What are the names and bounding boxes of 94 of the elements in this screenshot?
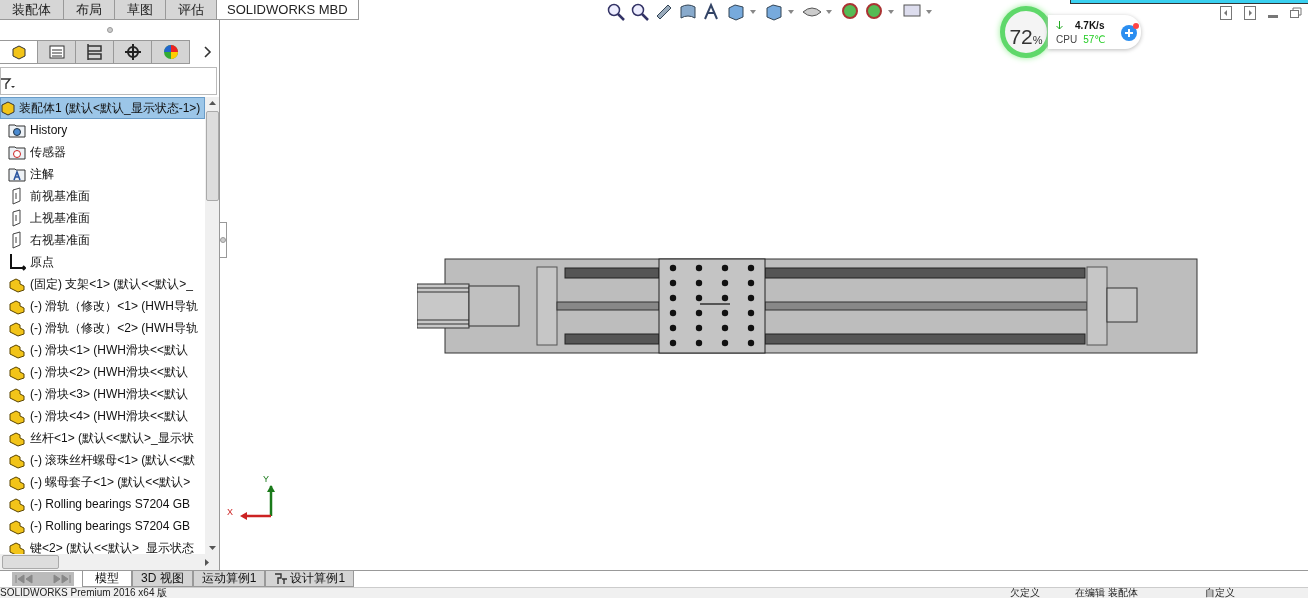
tree-item[interactable]: (-) 滚珠丝杆螺母<1> (默认<<默: [0, 449, 205, 471]
model-tab[interactable]: 模型: [82, 571, 132, 587]
panel-tab[interactable]: [0, 40, 38, 64]
tree-item[interactable]: 原点: [0, 251, 205, 273]
tree-item[interactable]: History: [0, 119, 205, 141]
model-tab[interactable]: 运动算例1: [192, 571, 266, 587]
tree-item[interactable]: 键<2> (默认<<默认>_显示状态: [0, 537, 205, 554]
axis-triad-icon: [239, 484, 275, 520]
tree-item[interactable]: (-) 滑块<1> (HWH滑块<<默认: [0, 339, 205, 361]
tree-item-label: (-) 滑轨（修改）<2> (HWH导轨: [30, 319, 198, 337]
filter-icon[interactable]: [1, 78, 15, 90]
vertical-scrollbar[interactable]: [205, 97, 219, 554]
x-axis-label: X: [227, 507, 233, 517]
tree-item[interactable]: (-) 滑块<3> (HWH滑块<<默认: [0, 383, 205, 405]
tree-item-label: (-) 滑块<2> (HWH滑块<<默认: [30, 363, 188, 381]
folder-icon: [8, 143, 26, 161]
y-axis-label: Y: [263, 474, 269, 484]
assembly-tree-item[interactable]: 装配体1 (默认<默认_显示状态-1>): [0, 97, 205, 119]
horizontal-scrollbar[interactable]: [0, 554, 219, 570]
tree-item-label: (-) Rolling bearings S7204 GB: [30, 497, 191, 511]
tile-left-icon[interactable]: [1220, 6, 1232, 20]
tree-item[interactable]: (-) 滑轨（修改）<2> (HWH导轨: [0, 317, 205, 339]
zoom-fit-icon[interactable]: [606, 2, 626, 22]
chevron-right-icon[interactable]: [204, 46, 212, 58]
tree-item-label: (-) Rolling bearings S7204 GB: [30, 519, 191, 533]
caret-icon[interactable]: [888, 10, 894, 14]
network-speed: 4.7K/s: [1075, 19, 1105, 31]
scroll-right-icon[interactable]: [205, 558, 209, 566]
tree-item-label: (-) 滚珠丝杆螺母<1> (默认<<默: [30, 451, 196, 469]
tree-item-label: (-) 滑块<3> (HWH滑块<<默认: [30, 385, 188, 403]
tree-item[interactable]: 传感器: [0, 141, 205, 163]
scroll-thumb[interactable]: [2, 555, 59, 569]
folder-icon: [8, 121, 26, 139]
tree-item-label: 键<2> (默认<<默认>_显示状态: [30, 539, 194, 554]
status-text: 在编辑 装配体: [1075, 588, 1138, 598]
assembly-icon: [1, 100, 15, 116]
tree-item-label: 丝杆<1> (默认<<默认>_显示状: [30, 429, 194, 447]
tree-item-label: (-) 滑块<1> (HWH滑块<<默认: [30, 341, 188, 359]
caret-icon[interactable]: [826, 10, 832, 14]
zoom-area-icon[interactable]: [630, 2, 650, 22]
caret-icon[interactable]: [750, 10, 756, 14]
status-text: 自定义: [1205, 588, 1235, 598]
scroll-up-icon[interactable]: [208, 101, 216, 105]
tree-item[interactable]: (固定) 支架<1> (默认<<默认>_: [0, 273, 205, 295]
tree-item-label: (-) 滑块<4> (HWH滑块<<默认: [30, 407, 188, 425]
tree-icon: [85, 43, 104, 61]
tree-item[interactable]: 注解: [0, 163, 205, 185]
tree-item[interactable]: (-) 滑轨（修改）<1> (HWH导轨: [0, 295, 205, 317]
tree-item[interactable]: 右视基准面: [0, 229, 205, 251]
caret-icon[interactable]: [788, 10, 794, 14]
tree-item[interactable]: (-) Rolling bearings S7204 GB: [0, 493, 205, 515]
scroll-thumb[interactable]: [205, 111, 219, 201]
tree-item-label: (-) 螺母套子<1> (默认<<默认>: [30, 473, 191, 491]
splitter-handle-icon[interactable]: [219, 222, 227, 258]
cube-icon: [9, 43, 28, 61]
origin-icon: [8, 253, 26, 271]
tree-item-label: (-) 滑轨（修改）<1> (HWH导轨: [30, 297, 198, 315]
panel-grip-icon[interactable]: [106, 27, 113, 33]
cpu-label: CPU: [1056, 33, 1078, 45]
folder-icon: [8, 165, 26, 183]
tree-item-label: (固定) 支架<1> (默认<<默认>_: [30, 275, 194, 293]
tile-right-icon[interactable]: [1244, 6, 1256, 20]
tree-item-label: 传感器: [30, 143, 66, 161]
tree-item[interactable]: 丝杆<1> (默认<<默认>_显示状: [0, 427, 205, 449]
caret-icon[interactable]: [926, 10, 932, 14]
panel-tab[interactable]: [114, 40, 152, 64]
tree-item[interactable]: (-) 滑块<4> (HWH滑块<<默认: [0, 405, 205, 427]
tree-item-label: 上视基准面: [30, 209, 90, 227]
download-arrow-icon: [1056, 20, 1063, 30]
scroll-down-icon[interactable]: [208, 546, 216, 550]
status-text: 欠定义: [1010, 588, 1040, 598]
crosshair-icon: [123, 43, 142, 61]
model-tab[interactable]: 3D 视图: [132, 571, 193, 587]
tree-item-label: 右视基准面: [30, 231, 90, 249]
command-tab[interactable]: SOLIDWORKS MBD: [217, 0, 359, 19]
cpu-temperature: 57℃: [1083, 33, 1106, 45]
tree-item-label: 原点: [30, 253, 54, 271]
tree-item-label: 注解: [30, 165, 54, 183]
tree-item[interactable]: (-) 螺母套子<1> (默认<<默认>: [0, 471, 205, 493]
filter-field[interactable]: [0, 67, 217, 95]
tree-item[interactable]: (-) 滑块<2> (HWH滑块<<默认: [0, 361, 205, 383]
restore-icon[interactable]: [1290, 6, 1302, 20]
model-tab[interactable]: 设计算例1: [265, 571, 355, 587]
tree-item-label: 前视基准面: [30, 187, 90, 205]
tree-item-label: History: [30, 123, 68, 137]
color-wheel-icon: [161, 43, 180, 61]
tree-item[interactable]: 前视基准面: [0, 185, 205, 207]
study-icon: [274, 572, 289, 585]
tree-item[interactable]: (-) Rolling bearings S7204 GB: [0, 515, 205, 537]
tree-item[interactable]: 上视基准面: [0, 207, 205, 229]
status-text: SOLIDWORKS Premium 2016 x64 版: [0, 588, 168, 598]
panel-tab[interactable]: [76, 40, 114, 64]
list-icon: [47, 43, 66, 61]
plus-icon[interactable]: [1120, 22, 1140, 42]
